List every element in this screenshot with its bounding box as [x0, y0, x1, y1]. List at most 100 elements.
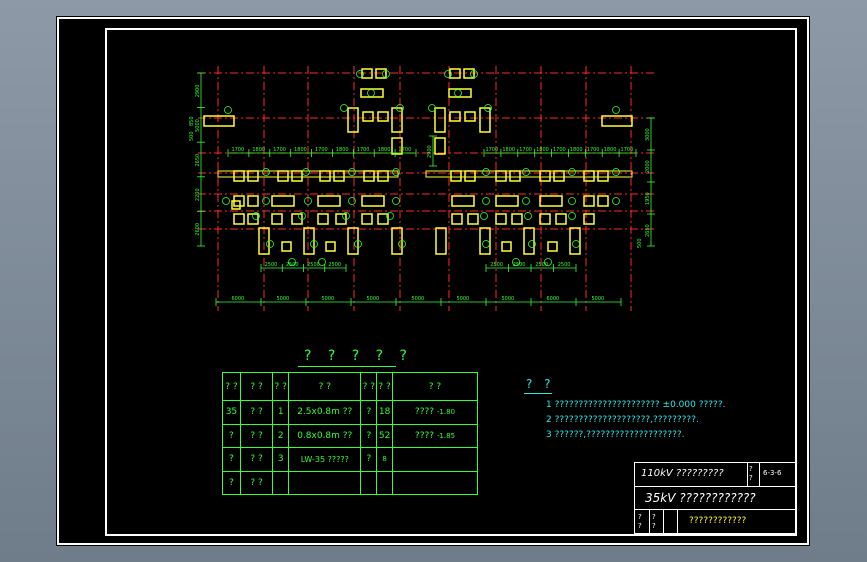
axis-bubble — [612, 197, 620, 205]
foundation-pad — [360, 88, 384, 98]
foundation-pad — [271, 195, 295, 207]
dimension-label: 5000 — [502, 296, 515, 302]
dimension-label: 2500 — [558, 262, 571, 268]
dimension-label: 1800 — [502, 147, 515, 153]
drawing-number: 6-3-6 — [763, 469, 782, 477]
foundation-pad — [247, 213, 259, 225]
company-name: ???????????? — [689, 516, 747, 526]
table-header-cell: ? ? — [222, 372, 241, 401]
dimension-label: 1800 — [604, 147, 617, 153]
dimension-label: 2000 — [645, 160, 651, 173]
notes-heading-underline — [524, 393, 552, 394]
axis-bubble — [524, 212, 532, 220]
foundation-pad — [495, 195, 519, 207]
dimension-label: 1800 — [570, 147, 583, 153]
table-header-cell: ? ? — [360, 372, 378, 401]
table-cell: ???? -1.80 — [391, 400, 479, 425]
table-cell: ? ? — [239, 423, 274, 448]
dimension-label: 1700 — [315, 147, 328, 153]
axis-bubble — [482, 168, 490, 176]
dimension-label: 2650 — [645, 224, 651, 237]
project-name: 110kV ????????? — [641, 468, 724, 479]
axis-bubble — [568, 168, 576, 176]
stage-label: ? ? — [749, 465, 753, 482]
title-block-divider — [759, 463, 760, 486]
foundation-pad — [511, 213, 523, 225]
foundation-pad — [434, 137, 446, 155]
dimension-label: 2500 — [307, 262, 320, 268]
dimension-label: 2650 — [195, 154, 201, 167]
dimension-label: 1800 — [536, 147, 549, 153]
table-cell: ? — [222, 447, 241, 472]
table-cell: 2.5x0.8m ?? — [288, 400, 362, 425]
dimension-label: 1800 — [378, 147, 391, 153]
table-row: ? ? ? — [222, 470, 479, 495]
dimension-label: 2500 — [265, 262, 278, 268]
dimension-label: 1700 — [587, 147, 600, 153]
dimension-label: 5000 — [457, 296, 470, 302]
foundation-pad — [361, 195, 385, 207]
table-title-underline — [298, 366, 396, 367]
dimension-label: 1700 — [273, 147, 286, 153]
axis-bubble — [367, 89, 375, 97]
title-block-divider — [747, 463, 748, 486]
axis-bubble — [454, 89, 462, 97]
table-cell: LW-35 ????? — [288, 447, 362, 472]
foundation-pad — [467, 213, 479, 225]
table-cell: 8 — [376, 447, 393, 472]
dimension-label: 5000 — [195, 119, 201, 132]
table-row: 35 ? ? 1 2.5x0.8m ?? ? 18 ???? -1.80 — [222, 400, 479, 425]
drawing-sheet[interactable]: 1700 1800 1700 1800 1700 1800 1700 1800 1700 1700… — [56, 16, 810, 546]
dimension-label: 2900 — [427, 145, 433, 158]
foundation-pad — [361, 213, 373, 225]
axis-bubble — [340, 104, 348, 112]
dimension-label: 2600 — [195, 223, 201, 236]
title-block-divider — [649, 509, 650, 533]
dimension-label: 1800 — [294, 147, 307, 153]
table-cell: ? — [360, 447, 378, 472]
axis-bubble — [222, 197, 230, 205]
foundation-pad — [362, 111, 374, 122]
dimension-label: 2500 — [513, 262, 526, 268]
dimension-label: 6000 — [547, 296, 560, 302]
axis-bubble — [266, 240, 274, 248]
table-cell: 35 — [222, 400, 241, 425]
elevation-value: -1.85 — [436, 431, 456, 440]
dimension-label: 6000 — [232, 296, 245, 302]
designer-label: ? ? — [638, 513, 642, 530]
dimension-label: 2500 — [490, 262, 503, 268]
table-cell — [288, 470, 362, 495]
table-cell: ? — [222, 470, 241, 495]
material-table: ? ? ? ? ? ? ? ? ? ? ? ? ? ? 35 ? ? 1 2.5… — [222, 372, 479, 495]
table-cell: ???? -1.85 — [391, 423, 479, 448]
foundation-pad — [555, 213, 567, 225]
dimension-label: 5000 — [592, 296, 605, 302]
table-header-cell: ? ? — [272, 372, 290, 401]
checker-label: ? ? — [652, 513, 656, 530]
foundation-pad — [247, 195, 259, 207]
axis-bubble — [224, 106, 232, 114]
table-cell: ? — [360, 423, 378, 448]
dimension-label: 2500 — [286, 262, 299, 268]
table-header-cell: ? ? — [239, 372, 274, 401]
foundation-pad — [377, 111, 389, 122]
table-row: ? ? ? 2 0.8x0.8m ?? ? 52 ???? -1.85 — [222, 423, 479, 448]
dimension-label: 1700 — [519, 147, 532, 153]
note-line-3: 3 ??????,????????????????????. — [546, 430, 685, 440]
dimension-label: 5000 — [277, 296, 290, 302]
foundation-pad — [523, 227, 535, 255]
dimension-label: 1700 — [357, 147, 370, 153]
foundation-pad — [271, 213, 283, 225]
elevation-value: -1.80 — [436, 408, 456, 417]
axis-bubble — [612, 106, 620, 114]
note-line-2: 2 ????????????????????,?????????. — [546, 415, 699, 425]
axis-bubble — [392, 197, 400, 205]
foundation-pad — [231, 200, 241, 210]
axis-bubble — [572, 240, 580, 248]
dimension-label: 1950 — [645, 192, 651, 205]
dimension-label: 2500 — [328, 262, 341, 268]
title-block: 110kV ????????? ? ? 6-3-6 35kV ?????????… — [634, 462, 796, 534]
foundation-pad — [451, 213, 463, 225]
dimension-label: 2200 — [195, 188, 201, 201]
title-block-divider — [635, 509, 795, 510]
